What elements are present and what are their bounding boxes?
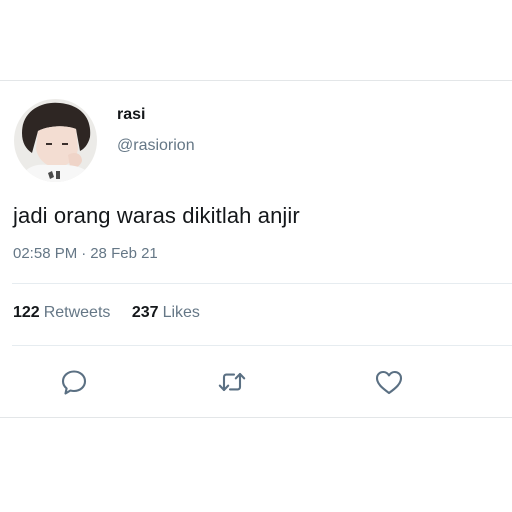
tweet-date: 28 Feb 21: [90, 245, 158, 262]
tweet-card: rasi @rasiorion jadi orang waras dikitla…: [0, 0, 512, 512]
retweets-stat[interactable]: 122 Retweets: [13, 304, 110, 322]
divider: [12, 283, 512, 284]
avatar-photo: [14, 99, 97, 182]
reply-icon: [61, 370, 87, 395]
retweet-button[interactable]: [216, 366, 248, 398]
tweet-stats: 122 Retweets 237 Likes: [13, 304, 200, 322]
like-button[interactable]: [373, 366, 405, 398]
top-border: [0, 80, 512, 81]
likes-label: Likes: [162, 304, 200, 321]
avatar[interactable]: [14, 99, 97, 182]
like-icon: [375, 370, 403, 395]
bottom-border: [0, 417, 512, 418]
reply-button[interactable]: [58, 366, 90, 398]
tweet-text: jadi orang waras dikitlah anjir: [13, 203, 300, 228]
user-handle[interactable]: @rasiorion: [117, 137, 195, 155]
tweet-timestamp[interactable]: 02:58 PM · 28 Feb 21: [13, 245, 158, 262]
likes-stat[interactable]: 237 Likes: [132, 304, 200, 322]
tweet-time: 02:58 PM: [13, 245, 78, 262]
timestamp-separator: ·: [81, 245, 87, 262]
retweets-label: Retweets: [43, 304, 111, 321]
display-name[interactable]: rasi: [117, 106, 145, 124]
divider: [12, 345, 512, 346]
retweet-icon: [218, 372, 246, 392]
retweets-count: 122: [13, 304, 40, 321]
likes-count: 237: [131, 304, 159, 321]
